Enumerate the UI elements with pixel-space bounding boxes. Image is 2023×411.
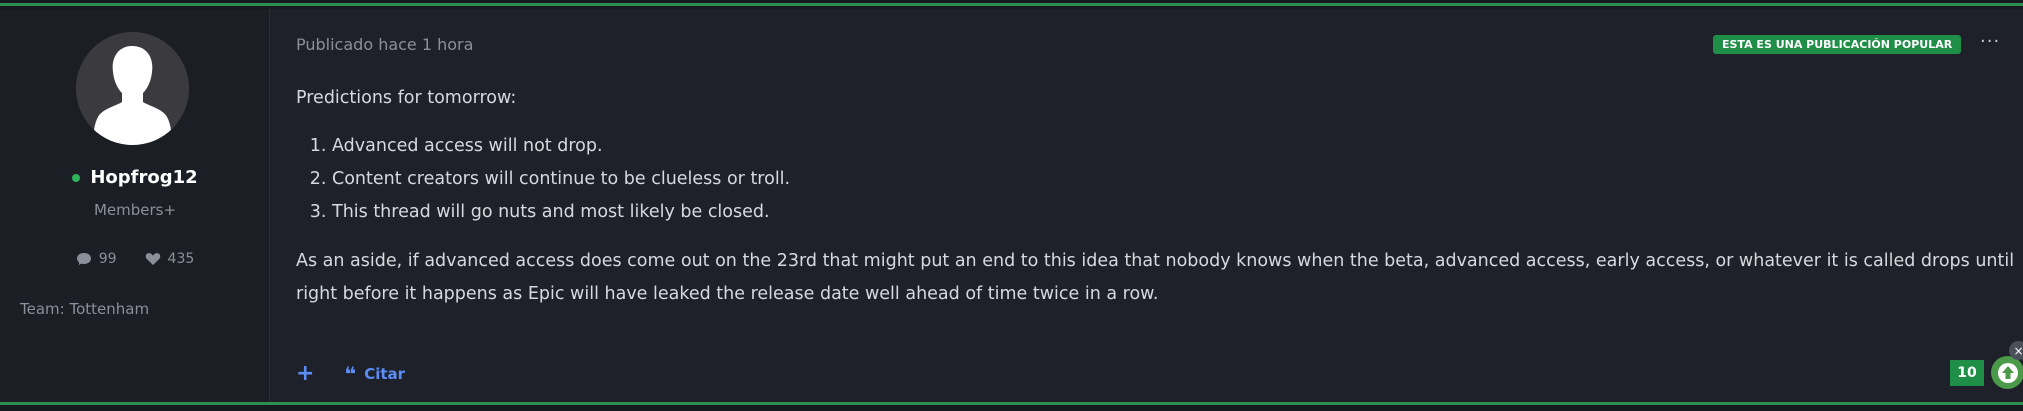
author-panel: Hopfrog12 Members+ 99 435 Team: Tottenha… [0, 9, 270, 402]
post-timestamp[interactable]: Publicado hace 1 hora [296, 35, 473, 54]
add-button[interactable]: + [296, 363, 314, 385]
popular-post-badge: ESTA ES UNA PUBLICACIÓN POPULAR [1713, 35, 1962, 54]
list-item: Advanced access will not drop. [332, 130, 2016, 163]
author-username[interactable]: Hopfrog12 [90, 167, 197, 188]
post-footer: + ❝ Citar [296, 363, 405, 385]
forum-post: Hopfrog12 Members+ 99 435 Team: Tottenha… [0, 9, 2023, 402]
list-item: Content creators will continue to be clu… [332, 163, 2016, 196]
comment-icon [76, 253, 91, 265]
online-status-icon [72, 173, 81, 182]
heart-icon [145, 253, 160, 265]
author-team: Team: Tottenham [20, 300, 150, 318]
post-aside: As an aside, if advanced access does com… [296, 251, 2015, 304]
post-body: Predictions for tomorrow: Advanced acces… [296, 86, 2016, 311]
quote-label: Citar [364, 365, 406, 383]
post-intro: Predictions for tomorrow: [296, 88, 517, 108]
quote-icon: ❝ [344, 362, 357, 386]
avatar[interactable] [76, 32, 189, 145]
posts-count: 99 [98, 251, 117, 267]
author-name-row: Hopfrog12 [0, 167, 270, 188]
post-content: Publicado hace 1 hora ESTA ES UNA PUBLIC… [270, 9, 2023, 402]
default-user-icon [76, 32, 189, 145]
upvote-button[interactable] [1991, 356, 2023, 389]
likes-count: 435 [167, 251, 195, 267]
top-border [0, 3, 2023, 6]
posts-stat: 99 [76, 251, 117, 267]
close-icon[interactable]: × [2009, 341, 2023, 360]
bottom-border [0, 402, 2023, 405]
list-item: This thread will go nuts and most likely… [332, 196, 2016, 229]
predictions-list: Advanced access will not drop. Content c… [296, 130, 2016, 229]
likes-stat: 435 [145, 251, 195, 267]
reaction-count-badge[interactable]: 10 [1950, 360, 1984, 386]
arrow-up-icon [1997, 362, 2018, 383]
more-options-icon[interactable]: ··· [1980, 31, 2000, 52]
author-role: Members+ [93, 201, 177, 219]
author-stats: 99 435 [0, 251, 270, 267]
quote-button[interactable]: ❝ Citar [344, 364, 405, 384]
